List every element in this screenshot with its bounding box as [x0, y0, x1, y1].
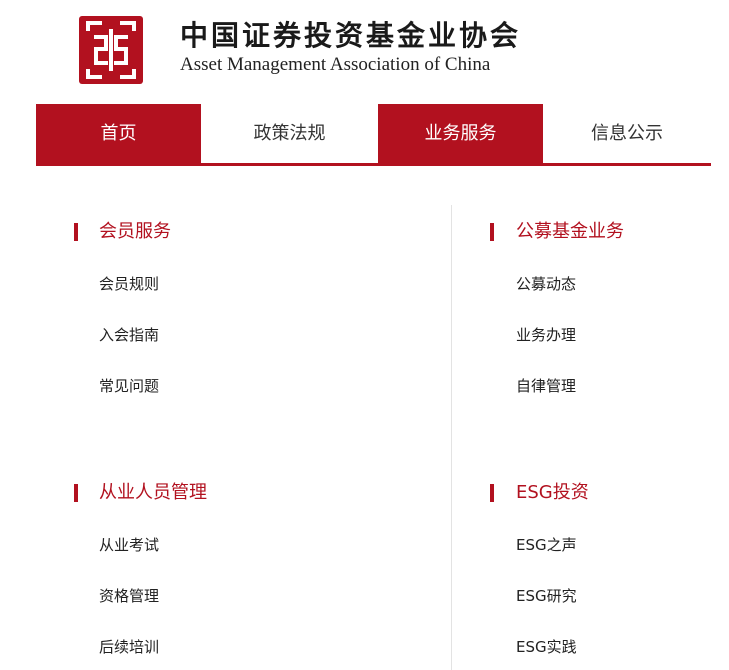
org-name-english: Asset Management Association of China [180, 54, 491, 75]
section-marker [74, 223, 78, 241]
link-esg-research[interactable]: ESG研究 [516, 586, 577, 606]
section-marker [74, 484, 78, 502]
link-qualification-exam[interactable]: 从业考试 [99, 535, 159, 555]
link-faq[interactable]: 常见问题 [99, 376, 159, 396]
section-title-practitioner-management[interactable]: 从业人员管理 [99, 482, 207, 504]
section-marker [490, 223, 494, 241]
site-header: 中国证券投资基金业协会 Asset Management Association… [0, 0, 729, 104]
column-divider [451, 205, 452, 670]
section-title-public-funds[interactable]: 公募基金业务 [516, 221, 624, 243]
link-esg-practice[interactable]: ESG实践 [516, 637, 577, 657]
section-title-member-services[interactable]: 会员服务 [99, 221, 171, 243]
org-name-chinese: 中国证券投资基金业协会 [180, 19, 522, 52]
link-continuing-training[interactable]: 后续培训 [99, 637, 159, 657]
nav-item-services[interactable]: 业务服务 [378, 104, 543, 163]
main-nav: 首页 政策法规 业务服务 信息公示 [36, 104, 711, 166]
link-public-fund-news[interactable]: 公募动态 [516, 274, 576, 294]
link-esg-voice[interactable]: ESG之声 [516, 535, 577, 555]
nav-item-policies[interactable]: 政策法规 [201, 104, 378, 163]
link-qualification-management[interactable]: 资格管理 [99, 586, 159, 606]
link-self-regulation[interactable]: 自律管理 [516, 376, 576, 396]
section-marker [490, 484, 494, 502]
link-business-handling[interactable]: 业务办理 [516, 325, 576, 345]
nav-item-disclosure[interactable]: 信息公示 [543, 104, 711, 163]
link-membership-guide[interactable]: 入会指南 [99, 325, 159, 345]
nav-item-home[interactable]: 首页 [36, 104, 201, 163]
amac-logo[interactable] [78, 15, 144, 85]
section-title-esg-investment[interactable]: ESG投资 [516, 482, 589, 504]
link-member-rules[interactable]: 会员规则 [99, 274, 159, 294]
